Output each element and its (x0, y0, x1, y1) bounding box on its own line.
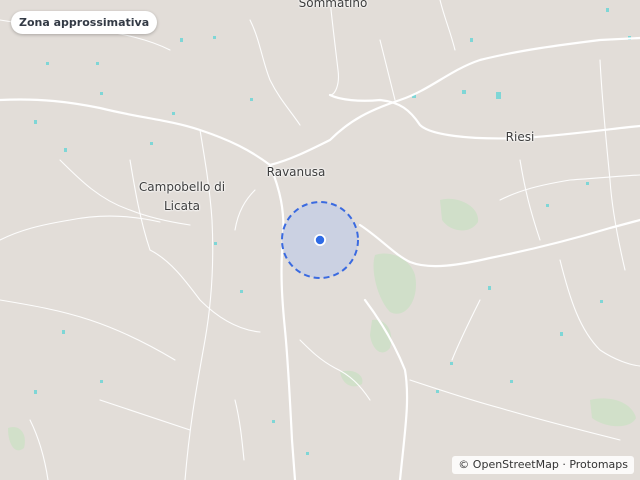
approximate-zone-badge: Zona approssimativa (11, 11, 158, 34)
map-canvas[interactable] (0, 0, 640, 480)
location-marker (315, 235, 325, 245)
place-label-ravanusa: Ravanusa (266, 165, 326, 179)
place-label-riesi: Riesi (505, 130, 535, 144)
place-label-campobello: Campobello di Licata (138, 180, 226, 213)
place-label-sommatino: Sommatino (298, 0, 368, 10)
map[interactable]: Sommatino Riesi Ravanusa Campobello di L… (0, 0, 640, 480)
copyright-symbol: © (458, 458, 470, 471)
protomaps-attribution-link[interactable]: Protomaps (569, 458, 628, 471)
attribution-separator: · (562, 458, 566, 471)
osm-attribution-link[interactable]: OpenStreetMap (473, 458, 559, 471)
map-attribution: © OpenStreetMap · Protomaps (452, 456, 634, 474)
